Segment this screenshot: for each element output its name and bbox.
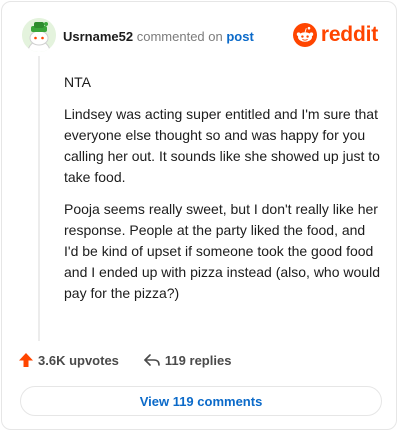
reply-count: 119 replies [164, 352, 232, 368]
comment-byline: Usrname52 commented on post [63, 29, 254, 44]
comment-card: Usrname52 commented on post reddit NTA L… [1, 1, 397, 430]
comment-header: Usrname52 commented on post reddit [22, 18, 378, 54]
avatar-icon [22, 18, 56, 52]
comment-paragraph: Pooja seems really sweet, but I don't re… [64, 201, 380, 301]
view-comments-button[interactable]: View 119 comments [20, 386, 382, 416]
comment-paragraph: Lindsey was acting super entitled and I'… [64, 106, 380, 185]
upvote-button[interactable]: 3.6K upvotes [18, 352, 119, 368]
upvote-arrow-icon [19, 353, 33, 367]
upvote-count: 3.6K upvotes [38, 352, 119, 368]
comment-actions: 3.6K upvotes 119 replies [18, 350, 255, 370]
replies-button[interactable]: 119 replies [143, 352, 232, 368]
avatar[interactable] [22, 18, 56, 52]
reddit-logo: reddit [292, 22, 378, 48]
comment-paragraph: NTA [64, 74, 91, 90]
commented-on-label: commented on [136, 29, 223, 44]
reddit-logo-icon [292, 23, 317, 47]
reply-arrow-icon [144, 354, 160, 366]
reddit-wordmark: reddit [320, 23, 378, 46]
username[interactable]: Usrname52 [63, 29, 133, 44]
post-link[interactable]: post [226, 29, 253, 44]
thread-line[interactable] [38, 56, 40, 341]
comment-body: NTA Lindsey was acting super entitled an… [64, 72, 380, 315]
